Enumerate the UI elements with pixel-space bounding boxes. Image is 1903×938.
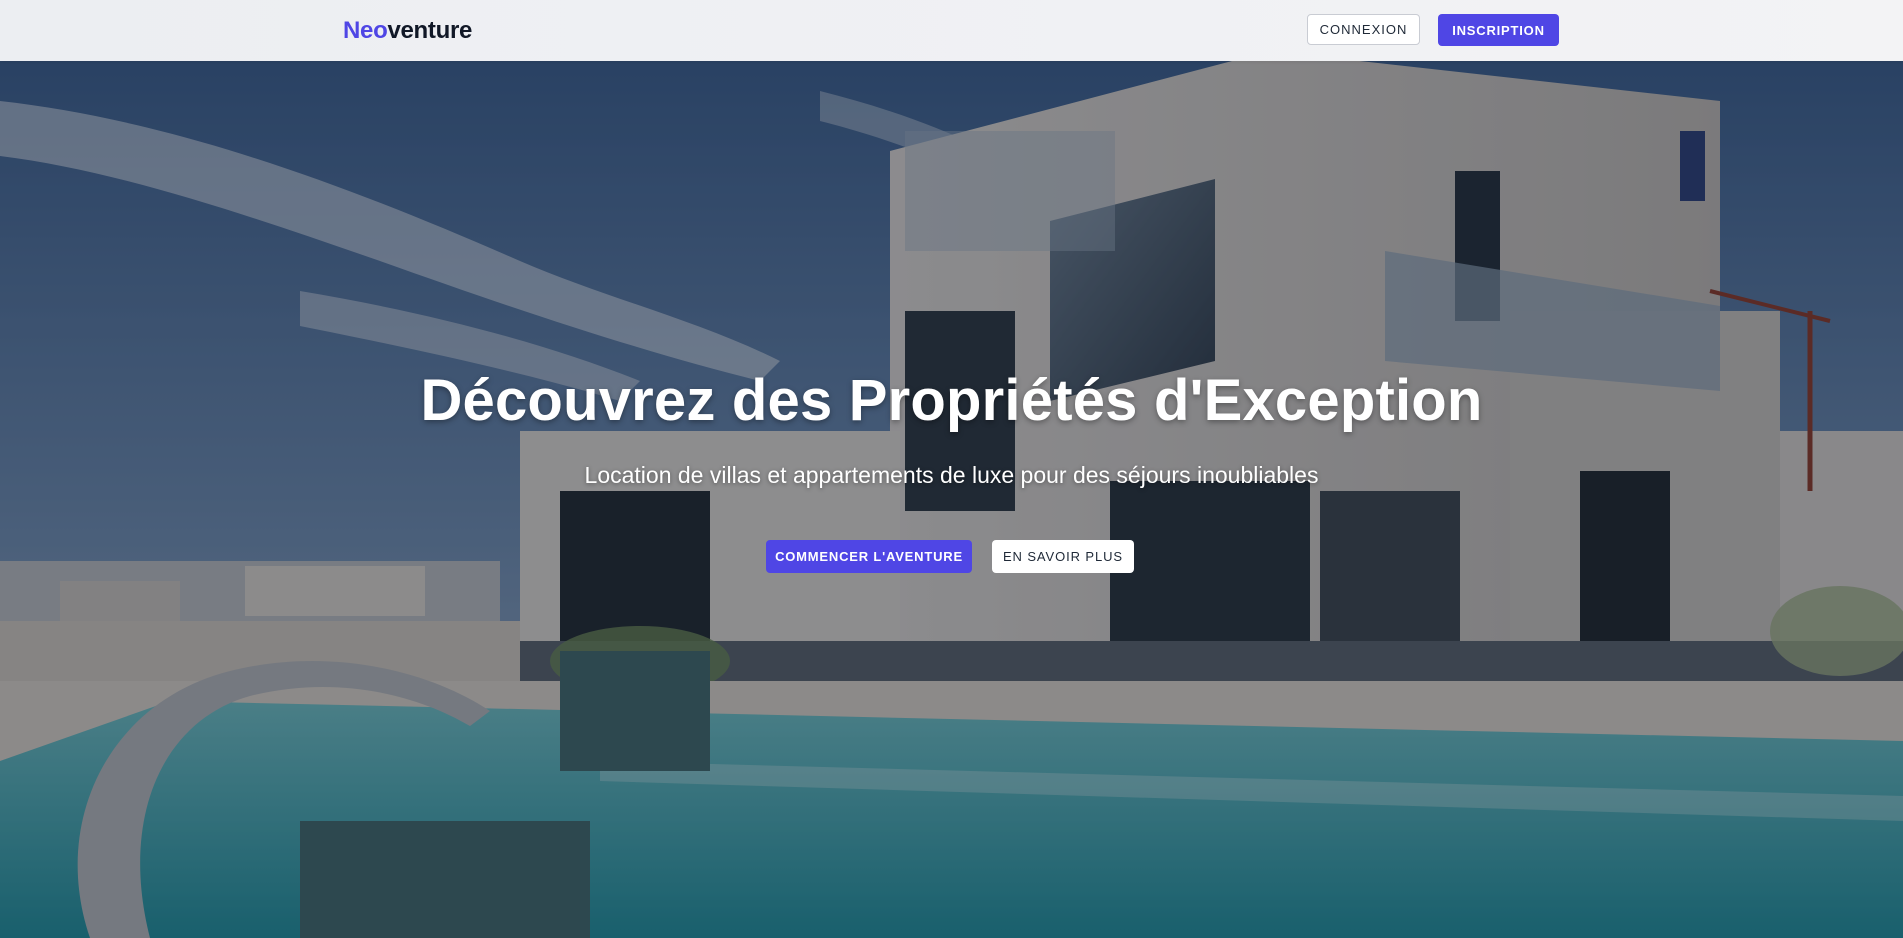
brand-logo-part1: Neo [343,17,388,44]
signup-button[interactable]: INSCRIPTION [1438,14,1559,46]
hero-section: Découvrez des Propriétés d'Exception Loc… [0,61,1903,938]
hero-title: Découvrez des Propriétés d'Exception [420,368,1483,433]
hero-subtitle: Location de villas et appartements de lu… [584,462,1319,488]
brand-logo[interactable]: Neoventure [343,17,472,45]
login-button[interactable]: CONNEXION [1307,14,1420,45]
start-adventure-button[interactable]: COMMENCER L'AVENTURE [766,540,972,573]
learn-more-button[interactable]: EN SAVOIR PLUS [992,540,1134,573]
brand-logo-part2: venture [387,17,473,44]
top-navbar: Neoventure CONNEXION INSCRIPTION [0,0,1903,61]
hero-dark-overlay [0,61,1903,938]
